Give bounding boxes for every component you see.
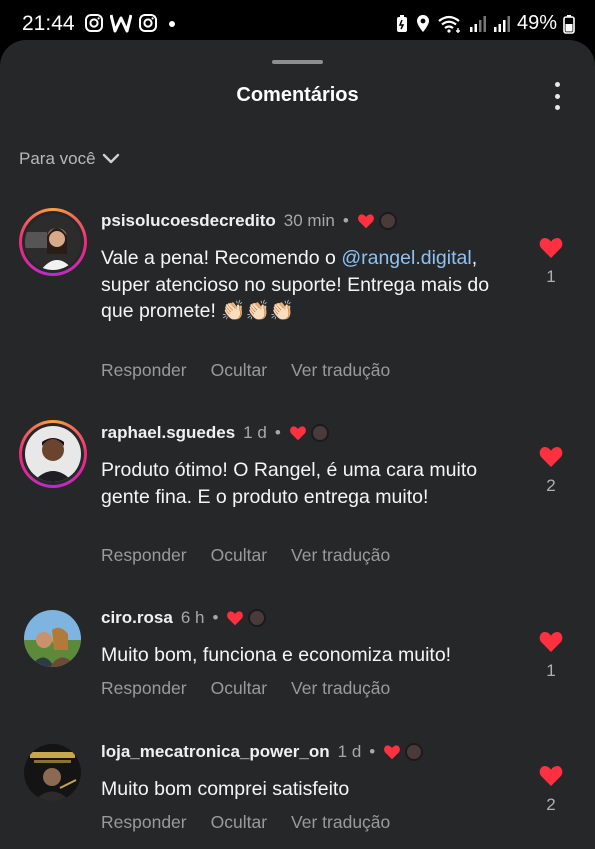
- avatar[interactable]: [24, 610, 81, 667]
- comments-sheet: Comentários Para você psisolucoesdecredi…: [0, 40, 595, 849]
- creator-mini-avatar: [310, 424, 329, 442]
- comment-text: Vale a pena! Recomendo o @rangel.digital…: [101, 245, 511, 325]
- comment-username[interactable]: psisolucoesdecredito: [101, 211, 276, 231]
- comment-time: 30 min: [283, 211, 335, 230]
- like-button[interactable]: 1: [537, 236, 565, 287]
- reply-button[interactable]: Responder: [101, 678, 187, 699]
- like-count: 1: [546, 661, 556, 680]
- heart-icon: [539, 237, 563, 258]
- comment-text-part: Muito bom comprei satisfeito: [101, 778, 350, 800]
- comment-text: Produto ótimo! O Rangel, é uma cara muit…: [101, 457, 511, 510]
- comment-text-part: Produto ótimo! O Rangel, é uma cara muit…: [101, 459, 478, 508]
- comment-header: loja_mecatronica_power_on 1 d •: [101, 742, 424, 762]
- comment-time: 1 d: [243, 423, 267, 442]
- battery-icon: [563, 14, 575, 34]
- comment-header: raphael.sguedes 1 d •: [101, 423, 329, 443]
- comment-time: 1 d: [337, 742, 362, 761]
- separator-dot: •: [212, 608, 219, 627]
- like-count: 2: [546, 476, 556, 495]
- hide-button[interactable]: Ocultar: [211, 545, 267, 566]
- comment-text-part: Muito bom, funciona e economiza muito!: [101, 644, 452, 666]
- wifi-icon: [438, 15, 460, 33]
- sheet-title: Comentários: [236, 84, 359, 106]
- reply-button[interactable]: Responder: [101, 545, 187, 566]
- comment-username[interactable]: loja_mecatronica_power_on: [101, 742, 330, 762]
- translate-button[interactable]: Ver tradução: [291, 812, 390, 833]
- comment-text: Muito bom, funciona e economiza muito!: [101, 642, 511, 669]
- separator-dot: •: [342, 211, 349, 230]
- sort-filter-dropdown[interactable]: Para você: [19, 149, 120, 169]
- comment-text: Muito bom comprei satisfeito: [101, 776, 511, 803]
- status-time: 21:44: [22, 12, 75, 35]
- w-app-icon: [110, 14, 132, 33]
- comment-time: 6 h: [180, 608, 205, 627]
- comment-text-part: Vale a pena! Recomendo o: [101, 247, 342, 269]
- comment-actions: Responder Ocultar Ver tradução: [101, 678, 390, 699]
- creator-liked-heart-icon: [357, 214, 374, 229]
- heart-icon: [539, 631, 563, 652]
- reply-button[interactable]: Responder: [101, 812, 187, 833]
- comment-actions: Responder Ocultar Ver tradução: [101, 360, 390, 381]
- like-button[interactable]: 2: [537, 764, 565, 815]
- like-count: 2: [546, 795, 556, 814]
- separator-dot: •: [274, 423, 281, 442]
- profile-photo: [25, 214, 81, 270]
- heart-icon: [539, 446, 563, 467]
- comment-actions: Responder Ocultar Ver tradução: [101, 812, 390, 833]
- dot-icon: [169, 21, 175, 27]
- translate-button[interactable]: Ver tradução: [291, 545, 390, 566]
- chevron-down-icon: [102, 153, 119, 164]
- avatar[interactable]: [19, 420, 87, 488]
- signal-icon: [493, 15, 510, 32]
- profile-photo: [25, 426, 81, 482]
- creator-liked-heart-icon: [384, 745, 401, 760]
- creator-mini-avatar: [405, 743, 424, 761]
- reply-button[interactable]: Responder: [101, 360, 187, 381]
- creator-liked-heart-icon: [289, 426, 306, 441]
- heart-icon: [539, 765, 563, 786]
- avatar[interactable]: [19, 208, 87, 276]
- comment-actions: Responder Ocultar Ver tradução: [101, 545, 390, 566]
- battery-percent: 49%: [516, 12, 557, 34]
- creator-mini-avatar: [378, 212, 397, 230]
- mention-link[interactable]: @rangel.digital: [341, 247, 471, 269]
- instagram-icon: [139, 14, 157, 32]
- battery-saver-icon: [396, 14, 407, 32]
- profile-photo: [24, 744, 81, 801]
- profile-photo: [24, 610, 81, 667]
- creator-mini-avatar: [248, 609, 267, 627]
- comment-header: psisolucoesdecredito 30 min •: [101, 211, 397, 231]
- instagram-icon: [85, 14, 103, 32]
- separator-dot: •: [369, 742, 376, 761]
- like-button[interactable]: 2: [537, 445, 565, 496]
- notification-icons: [84, 13, 180, 33]
- creator-liked-heart-icon: [227, 611, 244, 626]
- translate-button[interactable]: Ver tradução: [291, 360, 390, 381]
- avatar[interactable]: [24, 744, 81, 801]
- comment-username[interactable]: ciro.rosa: [101, 608, 173, 628]
- location-icon: [416, 14, 429, 32]
- comment-username[interactable]: raphael.sguedes: [101, 423, 235, 443]
- comment-header: ciro.rosa 6 h •: [101, 608, 267, 628]
- hide-button[interactable]: Ocultar: [211, 360, 267, 381]
- system-icons: 49%: [395, 12, 575, 35]
- sheet-drag-handle[interactable]: [272, 60, 323, 64]
- filter-label: Para você: [19, 149, 96, 168]
- like-count: 1: [546, 267, 556, 286]
- hide-button[interactable]: Ocultar: [211, 678, 267, 699]
- translate-button[interactable]: Ver tradução: [291, 678, 390, 699]
- signal-icon: [469, 15, 486, 32]
- like-button[interactable]: 1: [537, 630, 565, 681]
- hide-button[interactable]: Ocultar: [211, 812, 267, 833]
- more-vertical-icon[interactable]: [547, 82, 567, 110]
